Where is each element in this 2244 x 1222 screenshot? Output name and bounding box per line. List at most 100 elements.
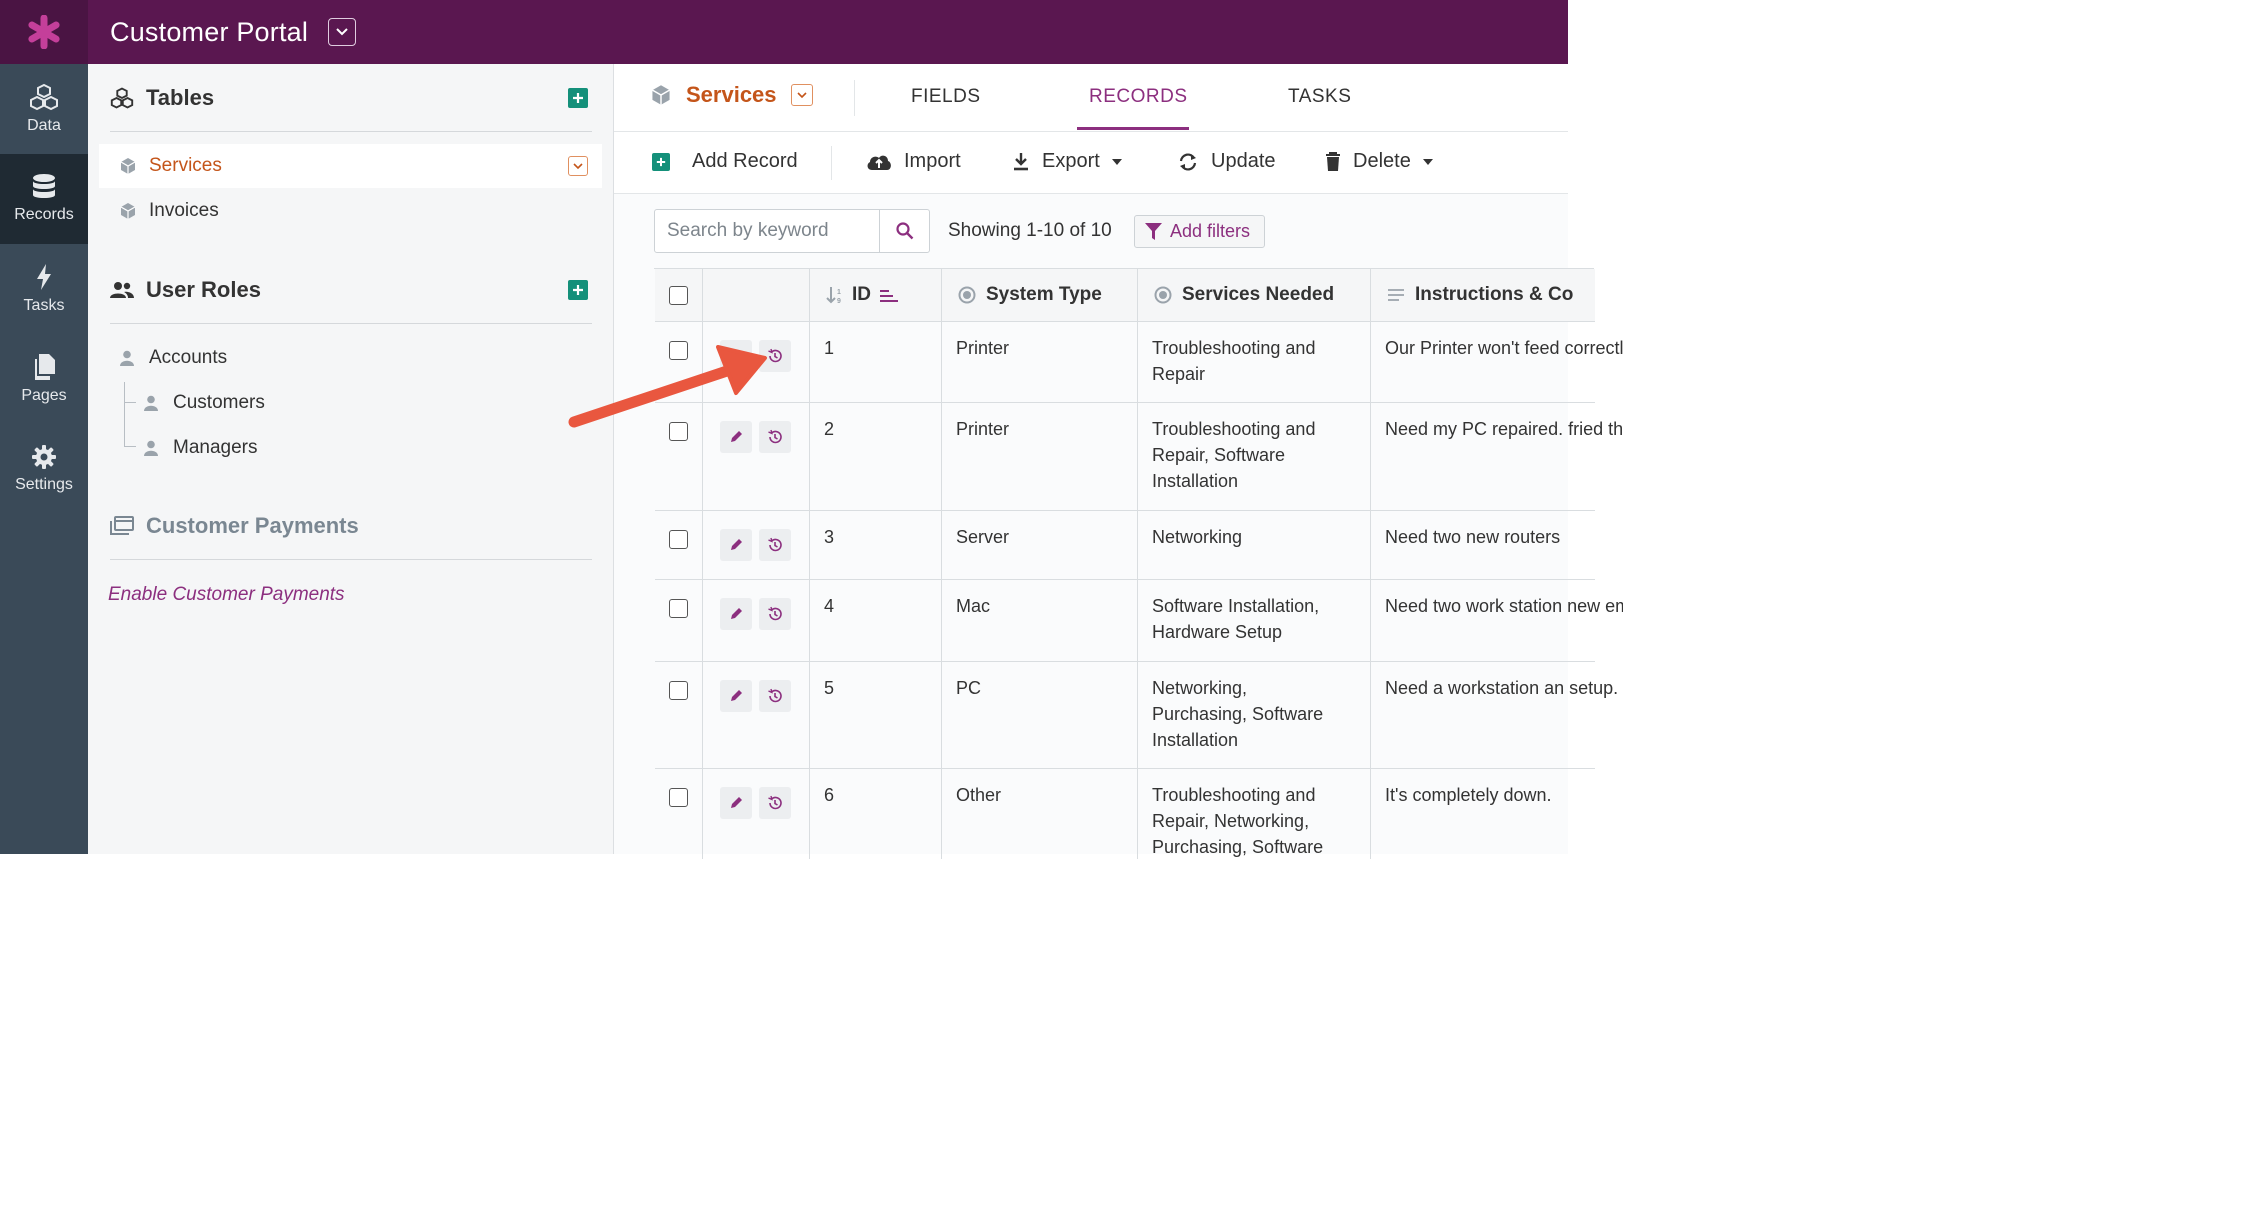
sidebar-table-services[interactable]: Services [99, 144, 602, 188]
tab-records[interactable]: RECORDS [1089, 86, 1188, 108]
row-select-cell [655, 511, 703, 579]
record-history-button[interactable] [759, 787, 791, 819]
object-name: Services [686, 82, 777, 107]
cell-id[interactable]: 1 [810, 322, 942, 402]
header-instructions[interactable]: Instructions & Co [1371, 269, 1631, 321]
nav-item-settings[interactable]: Settings [0, 424, 88, 514]
history-icon [768, 606, 782, 621]
app-switcher-button[interactable] [328, 18, 357, 46]
user-icon [144, 440, 158, 456]
record-history-button[interactable] [759, 680, 791, 712]
cell-id[interactable]: 4 [810, 580, 942, 661]
object-selector[interactable]: Services [650, 82, 813, 108]
cell-instructions[interactable]: Need two work station new employees. [1371, 580, 1631, 661]
cell-services-needed[interactable]: Troubleshooting and Repair [1138, 322, 1371, 402]
object-options-button[interactable] [790, 84, 813, 106]
cell-system-type[interactable]: PC [942, 662, 1138, 768]
short-text-field-icon [880, 290, 898, 302]
add-filters-button[interactable]: Add filters [1134, 215, 1265, 248]
tab-tasks[interactable]: TASKS [1288, 86, 1351, 108]
cell-id[interactable]: 5 [810, 662, 942, 768]
cell-services-needed[interactable]: Troubleshooting and Repair, Networking, … [1138, 769, 1371, 859]
cell-instructions[interactable]: Need two new routers [1371, 511, 1631, 579]
search-button[interactable] [879, 210, 929, 252]
row-actions-cell [703, 662, 810, 768]
add-table-button[interactable] [568, 88, 588, 108]
enable-customer-payments-link[interactable]: Enable Customer Payments [108, 584, 345, 606]
update-button[interactable]: Update [1177, 150, 1276, 173]
row-checkbox[interactable] [669, 788, 688, 807]
nav-item-data[interactable]: Data [0, 64, 88, 154]
tab-fields[interactable]: FIELDS [911, 86, 981, 108]
cell-instructions[interactable]: Need a workstation an setup. [1371, 662, 1631, 768]
nav-item-pages[interactable]: Pages [0, 334, 88, 424]
table-row: 6 Other Troubleshooting and Repair, Netw… [655, 769, 1595, 859]
sidebar-role-customers[interactable]: Customers [143, 391, 265, 415]
cell-system-type[interactable]: Mac [942, 580, 1138, 661]
edit-record-button[interactable] [720, 529, 752, 561]
sidebar-role-label: Accounts [149, 347, 228, 368]
chevron-down-icon [573, 162, 583, 169]
nav-label: Pages [21, 387, 67, 404]
header-services-needed[interactable]: Services Needed [1138, 269, 1371, 321]
annotation-arrow-icon [568, 345, 767, 428]
search-input[interactable] [655, 210, 879, 252]
cell-id[interactable]: 3 [810, 511, 942, 579]
column-label: System Type [986, 284, 1102, 305]
record-history-button[interactable] [759, 598, 791, 630]
cell-services-needed[interactable]: Networking [1138, 511, 1371, 579]
tab-bar: Services FIELDS RECORDS TASKS [614, 64, 1568, 132]
cell-system-type[interactable]: Other [942, 769, 1138, 859]
nav-label: Settings [15, 476, 73, 493]
table-row: 4 Mac Software Installation, Hardware Se… [655, 580, 1623, 662]
table-options-button[interactable] [568, 156, 588, 176]
delete-button[interactable]: Delete [1325, 150, 1433, 173]
top-header: Customer Portal [88, 0, 1568, 64]
cell-id[interactable]: 6 [810, 769, 942, 859]
bolt-icon [37, 264, 51, 290]
add-record-button[interactable]: Add Record [652, 150, 798, 173]
cell-system-type[interactable]: Server [942, 511, 1138, 579]
header-system-type[interactable]: System Type [942, 269, 1138, 321]
app-logo[interactable] [0, 0, 88, 64]
tree-connector [124, 446, 136, 447]
trash-icon [1326, 151, 1340, 171]
edit-record-button[interactable] [720, 680, 752, 712]
row-actions-cell [703, 769, 810, 859]
add-user-role-button[interactable] [568, 280, 588, 300]
cell-services-needed[interactable]: Networking, Purchasing, Software Install… [1138, 662, 1371, 768]
export-label: Export [1042, 150, 1100, 172]
cell-services-needed[interactable]: Troubleshooting and Repair, Software Ins… [1138, 403, 1371, 510]
import-button[interactable]: Import [866, 150, 961, 173]
add-record-label: Add Record [692, 150, 798, 172]
sidebar-role-accounts[interactable]: Accounts [119, 346, 227, 370]
row-checkbox[interactable] [669, 599, 688, 618]
cell-id[interactable]: 2 [810, 403, 942, 510]
nav-item-records[interactable]: Records [0, 154, 88, 244]
nav-item-tasks[interactable]: Tasks [0, 244, 88, 334]
edit-record-button[interactable] [720, 787, 752, 819]
chevron-down-icon [796, 91, 807, 98]
export-button[interactable]: Export [1012, 150, 1122, 173]
svg-text:1: 1 [837, 289, 841, 296]
edit-record-button[interactable] [720, 598, 752, 630]
record-history-button[interactable] [759, 529, 791, 561]
cell-system-type[interactable]: Printer [942, 403, 1138, 510]
cell-instructions[interactable]: It's completely down. [1371, 769, 1631, 859]
sort-numeric-icon: 19 [826, 287, 841, 305]
row-checkbox[interactable] [669, 530, 688, 549]
cell-instructions[interactable]: Need my PC repaired. fried the hard driv… [1371, 403, 1631, 510]
database-icon [33, 174, 55, 198]
cell-services-needed[interactable]: Software Installation, Hardware Setup [1138, 580, 1371, 661]
update-label: Update [1211, 150, 1276, 172]
header-id[interactable]: 19 ID [810, 269, 942, 321]
cell-instructions[interactable]: Our Printer won't feed correctly. [1371, 322, 1631, 402]
plus-icon [573, 93, 583, 103]
sidebar-table-invoices[interactable]: Invoices [119, 199, 219, 223]
app-title: Customer Portal [110, 16, 309, 47]
row-checkbox[interactable] [669, 681, 688, 700]
select-all-checkbox[interactable] [669, 286, 688, 305]
cell-system-type[interactable]: Printer [942, 322, 1138, 402]
sidebar-role-managers[interactable]: Managers [143, 436, 258, 460]
header-select-cell [655, 269, 703, 321]
